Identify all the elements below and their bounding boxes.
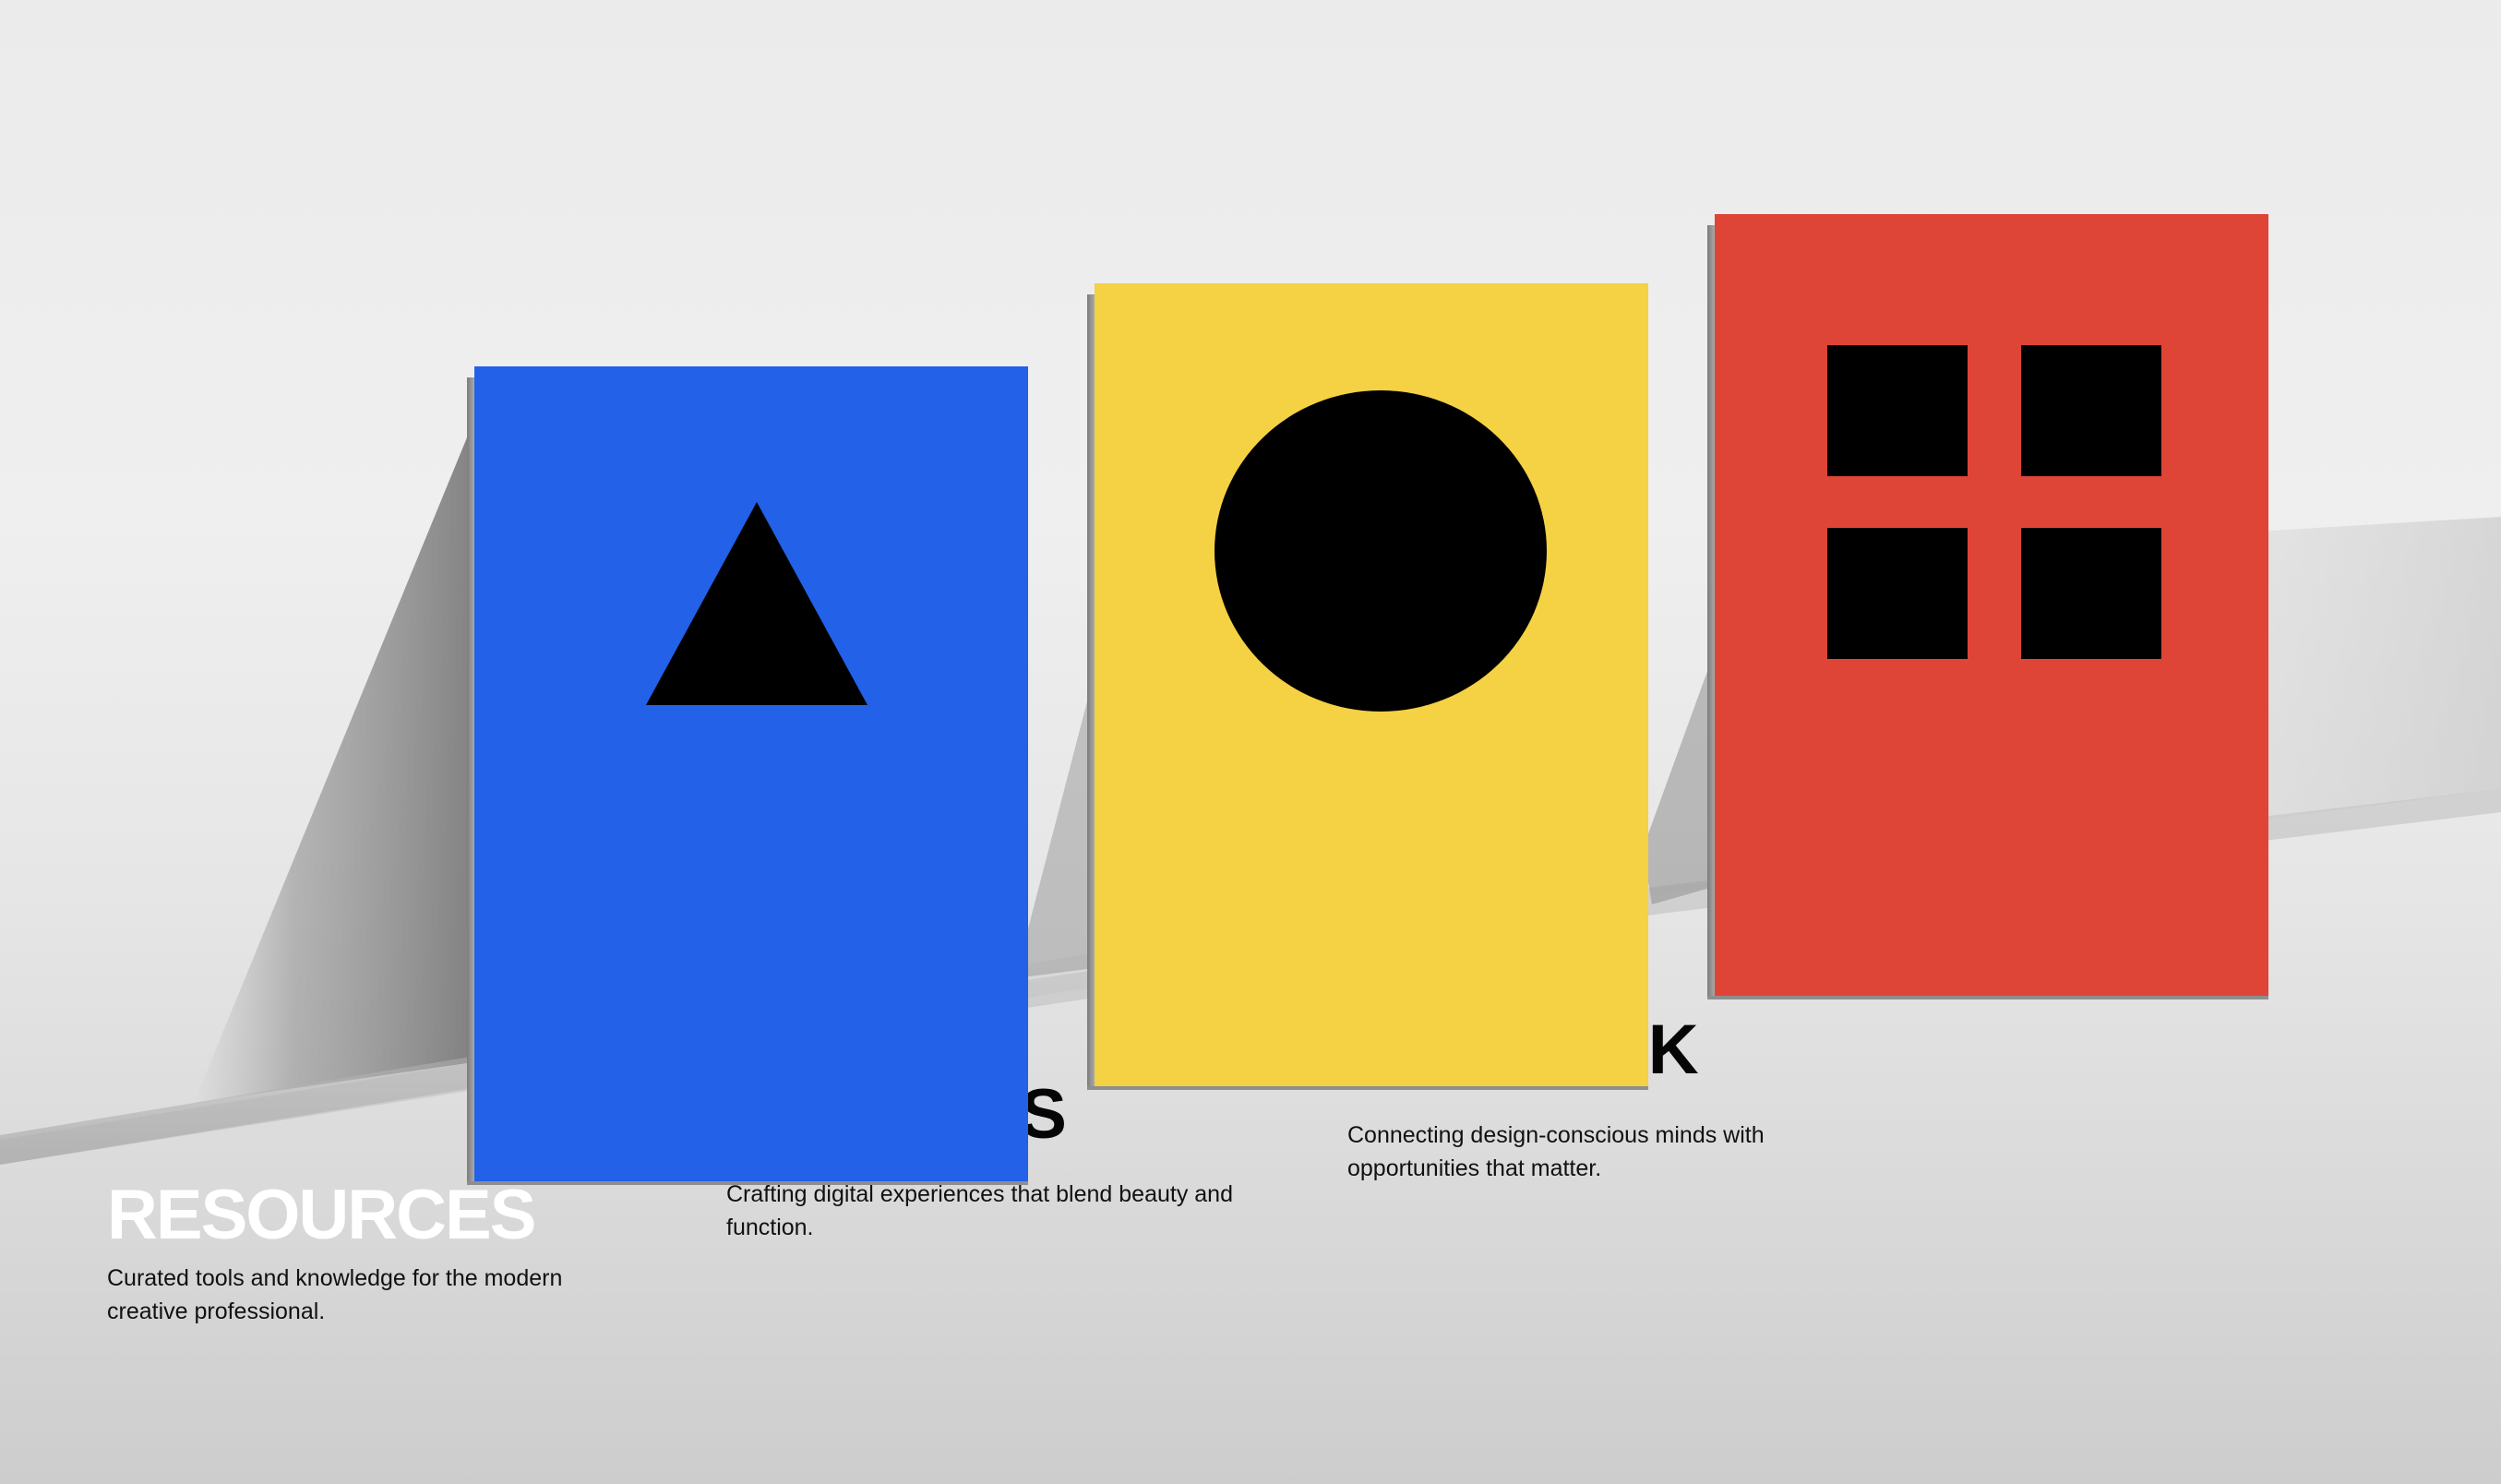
services-description: Crafting digital experiences that blend … [726, 1181, 1233, 1240]
card-bottom-edge [1707, 996, 2268, 999]
services-card[interactable] [1087, 283, 1648, 1090]
network-card-face [1715, 214, 2268, 996]
network-card[interactable] [1707, 214, 2268, 999]
hero-stage: RESOURCES Curated tools and knowledge fo… [0, 0, 2501, 1484]
card-bottom-edge [1087, 1086, 1648, 1090]
network-description: Connecting design-conscious minds with o… [1347, 1122, 1765, 1181]
resources-title: RESOURCES [107, 1176, 536, 1254]
circle-icon [1215, 390, 1547, 712]
services-card-face [1095, 283, 1648, 1086]
resources-card-face [474, 366, 1028, 1181]
triangle-icon [646, 502, 868, 705]
four-squares-grid-icon [1827, 345, 2161, 659]
resources-card[interactable] [467, 366, 1028, 1185]
card-bottom-edge [467, 1181, 1028, 1185]
resources-description: Curated tools and knowledge for the mode… [107, 1265, 563, 1324]
resources-caption: RESOURCES Curated tools and knowledge fo… [107, 1180, 624, 1328]
